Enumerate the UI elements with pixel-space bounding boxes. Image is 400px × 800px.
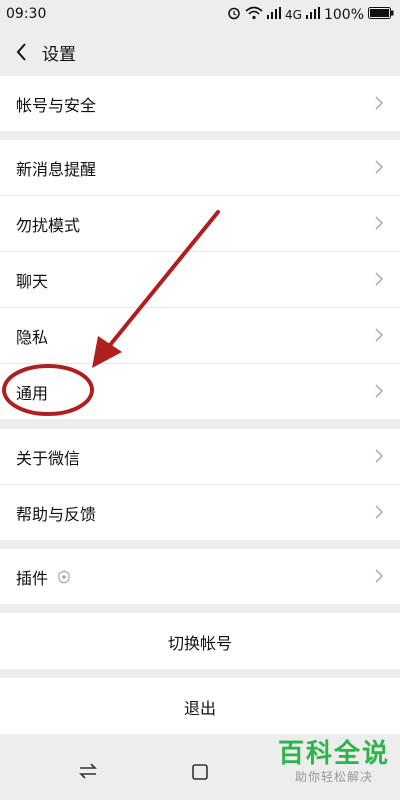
settings-item-help-feedback[interactable]: 帮助与反馈 <box>0 485 400 540</box>
chevron-right-icon <box>375 449 384 463</box>
chevron-right-icon <box>375 160 384 174</box>
settings-item-label: 帐号与安全 <box>16 96 97 115</box>
settings-item-label: 插件 <box>16 569 49 588</box>
signal-icon <box>267 7 282 23</box>
chevron-right-icon <box>375 96 384 110</box>
logout-group: 退出 <box>0 678 400 734</box>
status-time: 09:30 <box>6 6 47 22</box>
settings-item-label: 聊天 <box>16 272 49 291</box>
settings-item-label: 隐私 <box>16 328 49 347</box>
settings-item-privacy[interactable]: 隐私 <box>0 308 400 364</box>
about-group: 关于微信 帮助与反馈 <box>0 429 400 540</box>
settings-item-label: 勿扰模式 <box>16 216 81 235</box>
settings-item-do-not-disturb[interactable]: 勿扰模式 <box>0 196 400 252</box>
settings-item-plugins[interactable]: 插件 <box>0 549 400 604</box>
home-icon[interactable] <box>190 762 210 786</box>
settings-item-label: 新消息提醒 <box>16 160 97 179</box>
watermark-subtitle: 助你轻松解决 <box>294 770 373 784</box>
switch-account-button[interactable]: 切换帐号 <box>0 613 400 669</box>
status-bar: 09:30 4G 100% <box>0 0 400 30</box>
chevron-right-icon <box>375 328 384 342</box>
settings-item-label: 帮助与反馈 <box>16 505 97 524</box>
main-group: 新消息提醒 勿扰模式 聊天 隐私 通用 <box>0 140 400 419</box>
settings-item-about-wechat[interactable]: 关于微信 <box>0 429 400 485</box>
status-icons: 4G 100% <box>227 6 394 24</box>
switch-apps-icon[interactable] <box>78 762 98 784</box>
settings-item-label: 通用 <box>16 384 49 403</box>
logout-label: 退出 <box>183 699 216 718</box>
watermark-title: 百科全说 <box>277 739 390 769</box>
logout-button[interactable]: 退出 <box>0 678 400 734</box>
page-title: 设置 <box>42 45 76 65</box>
alarm-icon <box>227 6 241 24</box>
signal-icon-2 <box>305 7 320 23</box>
settings-item-new-message-alerts[interactable]: 新消息提醒 <box>0 140 400 196</box>
chevron-right-icon <box>375 384 384 398</box>
chevron-right-icon <box>375 505 384 519</box>
watermark-logo: 百科全说 助你轻松解决 <box>278 733 390 785</box>
wifi-icon <box>245 6 263 24</box>
settings-item-label: 关于微信 <box>16 449 81 468</box>
nav-bar: 设置 <box>0 30 400 74</box>
plugins-group: 插件 <box>0 549 400 604</box>
plugin-badge-icon <box>58 569 70 588</box>
account-group: 帐号与安全 <box>0 76 400 131</box>
chevron-right-icon <box>375 216 384 230</box>
network-type: 4G <box>285 8 302 22</box>
switch-account-label: 切换帐号 <box>167 634 232 653</box>
settings-item-chat[interactable]: 聊天 <box>0 252 400 308</box>
battery-percent: 100% <box>323 7 364 23</box>
battery-icon <box>368 7 394 23</box>
chevron-right-icon <box>375 272 384 286</box>
settings-item-general[interactable]: 通用 <box>0 364 400 419</box>
chevron-right-icon <box>375 569 384 583</box>
back-arrow-icon[interactable] <box>10 38 34 66</box>
settings-item-account-security[interactable]: 帐号与安全 <box>0 76 400 131</box>
switch-account-group: 切换帐号 <box>0 613 400 669</box>
